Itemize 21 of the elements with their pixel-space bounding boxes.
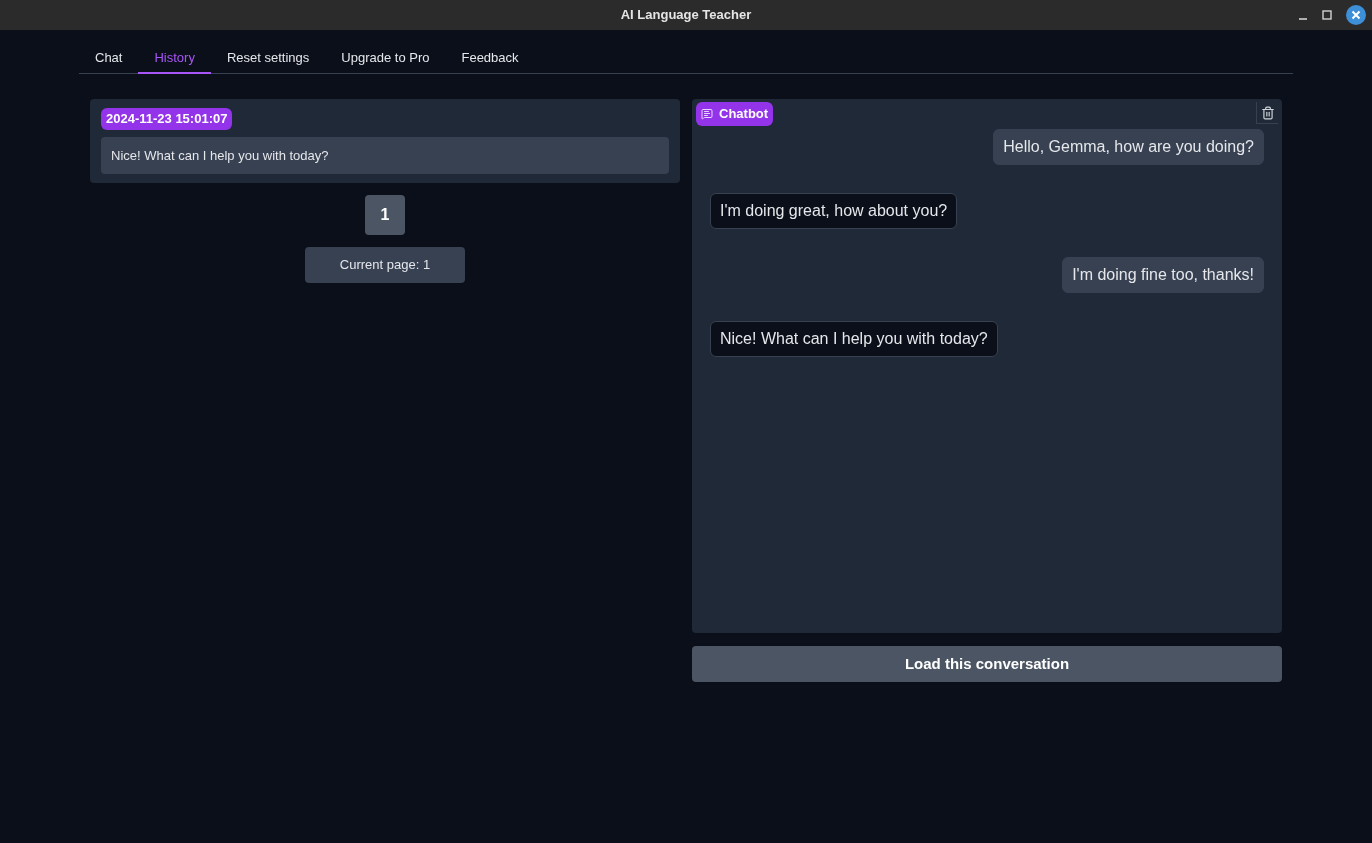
tab[interactable]: Feedback (445, 44, 535, 74)
chat-message: I'm doing fine too, thanks! (1062, 257, 1264, 293)
delete-button[interactable] (1256, 102, 1278, 124)
tab[interactable]: Upgrade to Pro (325, 44, 446, 74)
tab[interactable]: Reset settings (210, 44, 326, 74)
close-icon[interactable] (1346, 5, 1366, 25)
window-title: AI Language Teacher (620, 6, 752, 25)
timestamp-label: 2024-11-23 15:01:07 (101, 108, 233, 130)
chat-message: Nice! What can I help you with today? (710, 321, 998, 357)
chatbot-text: Chatbot (719, 105, 769, 123)
chat-message: Hello, Gemma, how are you doing? (993, 129, 1264, 165)
trash-icon (1260, 105, 1275, 120)
load-conversation-button[interactable]: Load this conversation (692, 646, 1282, 682)
message-preview-field[interactable]: Nice! What can I help you with today? (101, 136, 669, 174)
maximize-icon[interactable] (1322, 10, 1332, 20)
chat-message: I'm doing great, how about you? (710, 193, 958, 229)
tab[interactable]: Chat (79, 44, 139, 74)
current-page-button[interactable]: Current page: 1 (305, 247, 465, 283)
tab[interactable]: History (138, 44, 211, 74)
chat-icon (701, 107, 713, 120)
page-button[interactable]: 1 (365, 195, 405, 235)
